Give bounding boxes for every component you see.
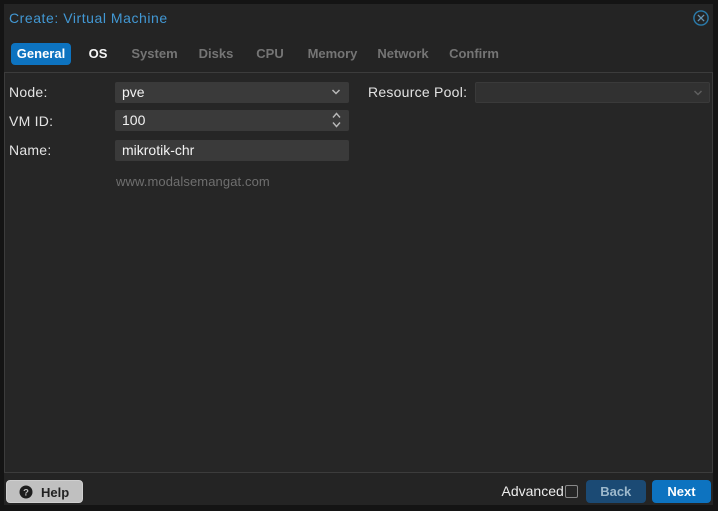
svg-text:?: ? [23, 487, 29, 498]
